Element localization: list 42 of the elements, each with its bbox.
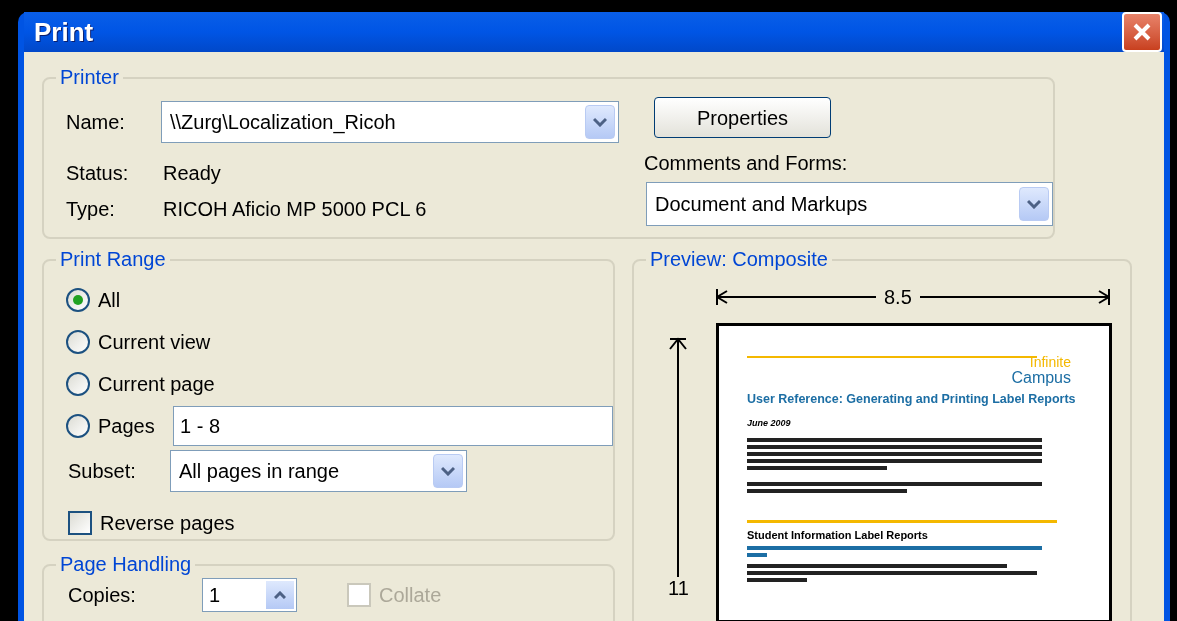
checkbox[interactable] [68,511,92,535]
printer-dropdown[interactable]: \\Zurg\Localization_Ricoh [161,101,619,143]
radio-button[interactable] [66,372,90,396]
status-value: Ready [163,161,221,186]
close-icon [1132,22,1152,42]
radio-button[interactable] [66,414,90,438]
copies-spinner[interactable]: 1 [202,578,297,612]
type-value: RICOH Aficio MP 5000 PCL 6 [163,197,427,222]
radio-button[interactable] [66,288,90,312]
spin-up-button[interactable] [266,581,294,609]
dropdown-button[interactable] [585,105,615,139]
chevron-up-icon [274,591,286,599]
checkbox-label[interactable]: Reverse pages [100,508,235,538]
copies-label: Copies: [68,583,137,608]
window-title: Print [34,15,94,49]
pages-field[interactable]: 1 - 8 [173,406,613,446]
section-heading: Student Information Label Reports [747,528,929,544]
dropdown-button[interactable] [433,454,463,488]
comments-dropdown[interactable]: Document and Markups [646,182,1053,226]
status-label: Status: [66,161,130,186]
height-label: 11 [668,576,689,601]
width-label: 8.5 [883,285,913,310]
chevron-down-icon [593,117,607,127]
comments-label: Comments and Forms: [644,151,849,176]
document-date: June 2009 [747,416,792,430]
chevron-down-icon [1027,199,1041,209]
logo-text: Campus [1011,370,1071,386]
document-title: User Reference: Generating and Printing Label Reports [747,391,1077,408]
name-label: Name: [66,110,126,135]
properties-button[interactable]: Properties [654,97,831,138]
chevron-down-icon [441,466,455,476]
subset-label: Subset: [67,459,137,484]
radio-label[interactable]: Current view [98,327,211,357]
type-label: Type: [66,197,116,222]
radio-label[interactable]: Pages [98,411,164,441]
close-button[interactable] [1122,12,1162,52]
radio-label[interactable]: Current page [98,369,215,399]
dropdown-button[interactable] [1019,187,1049,221]
radio-button[interactable] [66,330,90,354]
subset-dropdown[interactable]: All pages in range [170,450,467,492]
radio-label[interactable]: All [98,285,164,315]
logo-text: Infinite [1029,354,1071,370]
